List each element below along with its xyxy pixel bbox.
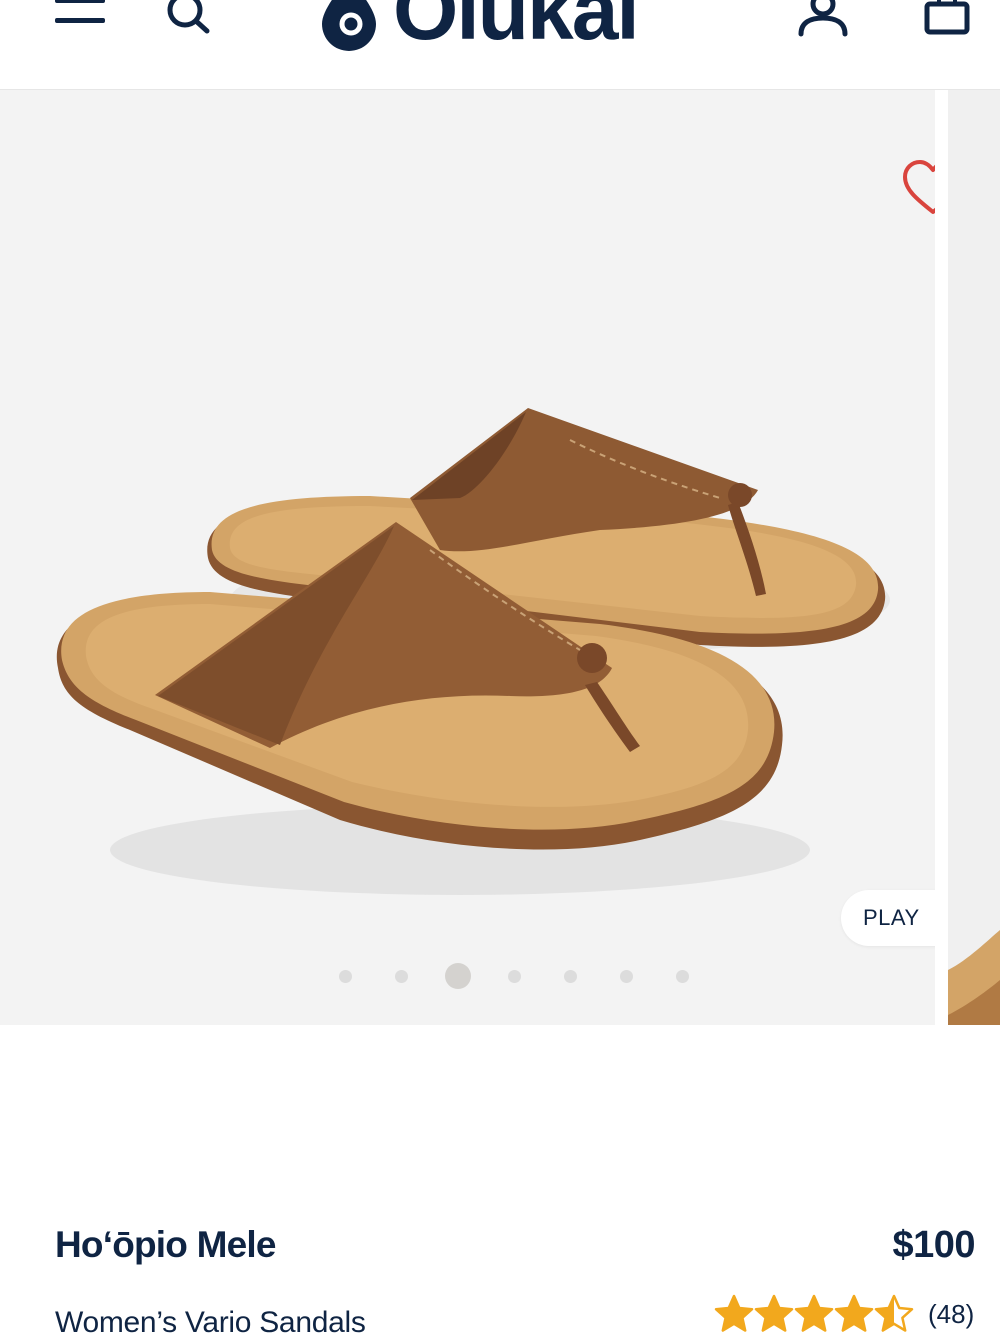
brand-wordmark: Olukai <box>393 0 640 57</box>
carousel-pagination <box>0 962 935 992</box>
carousel-dot-active[interactable] <box>445 963 471 989</box>
star-full-icon <box>714 1294 754 1332</box>
carousel-dot[interactable] <box>564 970 577 983</box>
review-count: (48) <box>928 1298 975 1329</box>
carousel-dot[interactable] <box>508 970 521 983</box>
product-rating[interactable]: (48) <box>714 1292 974 1336</box>
shopping-bag-icon[interactable] <box>923 0 971 38</box>
rating-stars <box>714 1294 914 1334</box>
star-full-icon <box>754 1294 794 1332</box>
star-half-icon <box>874 1294 914 1332</box>
product-subtitle: Women’s Vario Sandals <box>55 1306 366 1339</box>
play-button-label: PLAY <box>863 905 920 930</box>
site-header: Olukai <box>0 0 1000 90</box>
search-icon[interactable] <box>163 0 213 36</box>
hamburger-menu-icon[interactable] <box>55 0 107 28</box>
user-account-icon[interactable] <box>796 0 850 38</box>
brand-logo[interactable]: Olukai <box>318 0 690 52</box>
star-full-icon <box>834 1294 874 1332</box>
carousel-divider <box>935 90 948 1025</box>
carousel-slide-current[interactable]: PLAY <box>0 90 987 1025</box>
star-full-icon <box>794 1294 834 1332</box>
carousel-dot[interactable] <box>620 970 633 983</box>
product-image-sandals <box>56 408 890 895</box>
next-slide-image <box>948 930 1000 1025</box>
product-image-carousel[interactable]: PLAY <box>0 90 1000 1025</box>
carousel-dot[interactable] <box>676 970 689 983</box>
carousel-slide-next-peek[interactable] <box>948 90 1000 1025</box>
product-name: Hoʻōpio Mele <box>55 1224 276 1265</box>
brand-drop-icon <box>322 0 376 51</box>
carousel-dot[interactable] <box>339 970 352 983</box>
product-price: $100 <box>892 1224 975 1266</box>
carousel-dot[interactable] <box>395 970 408 983</box>
